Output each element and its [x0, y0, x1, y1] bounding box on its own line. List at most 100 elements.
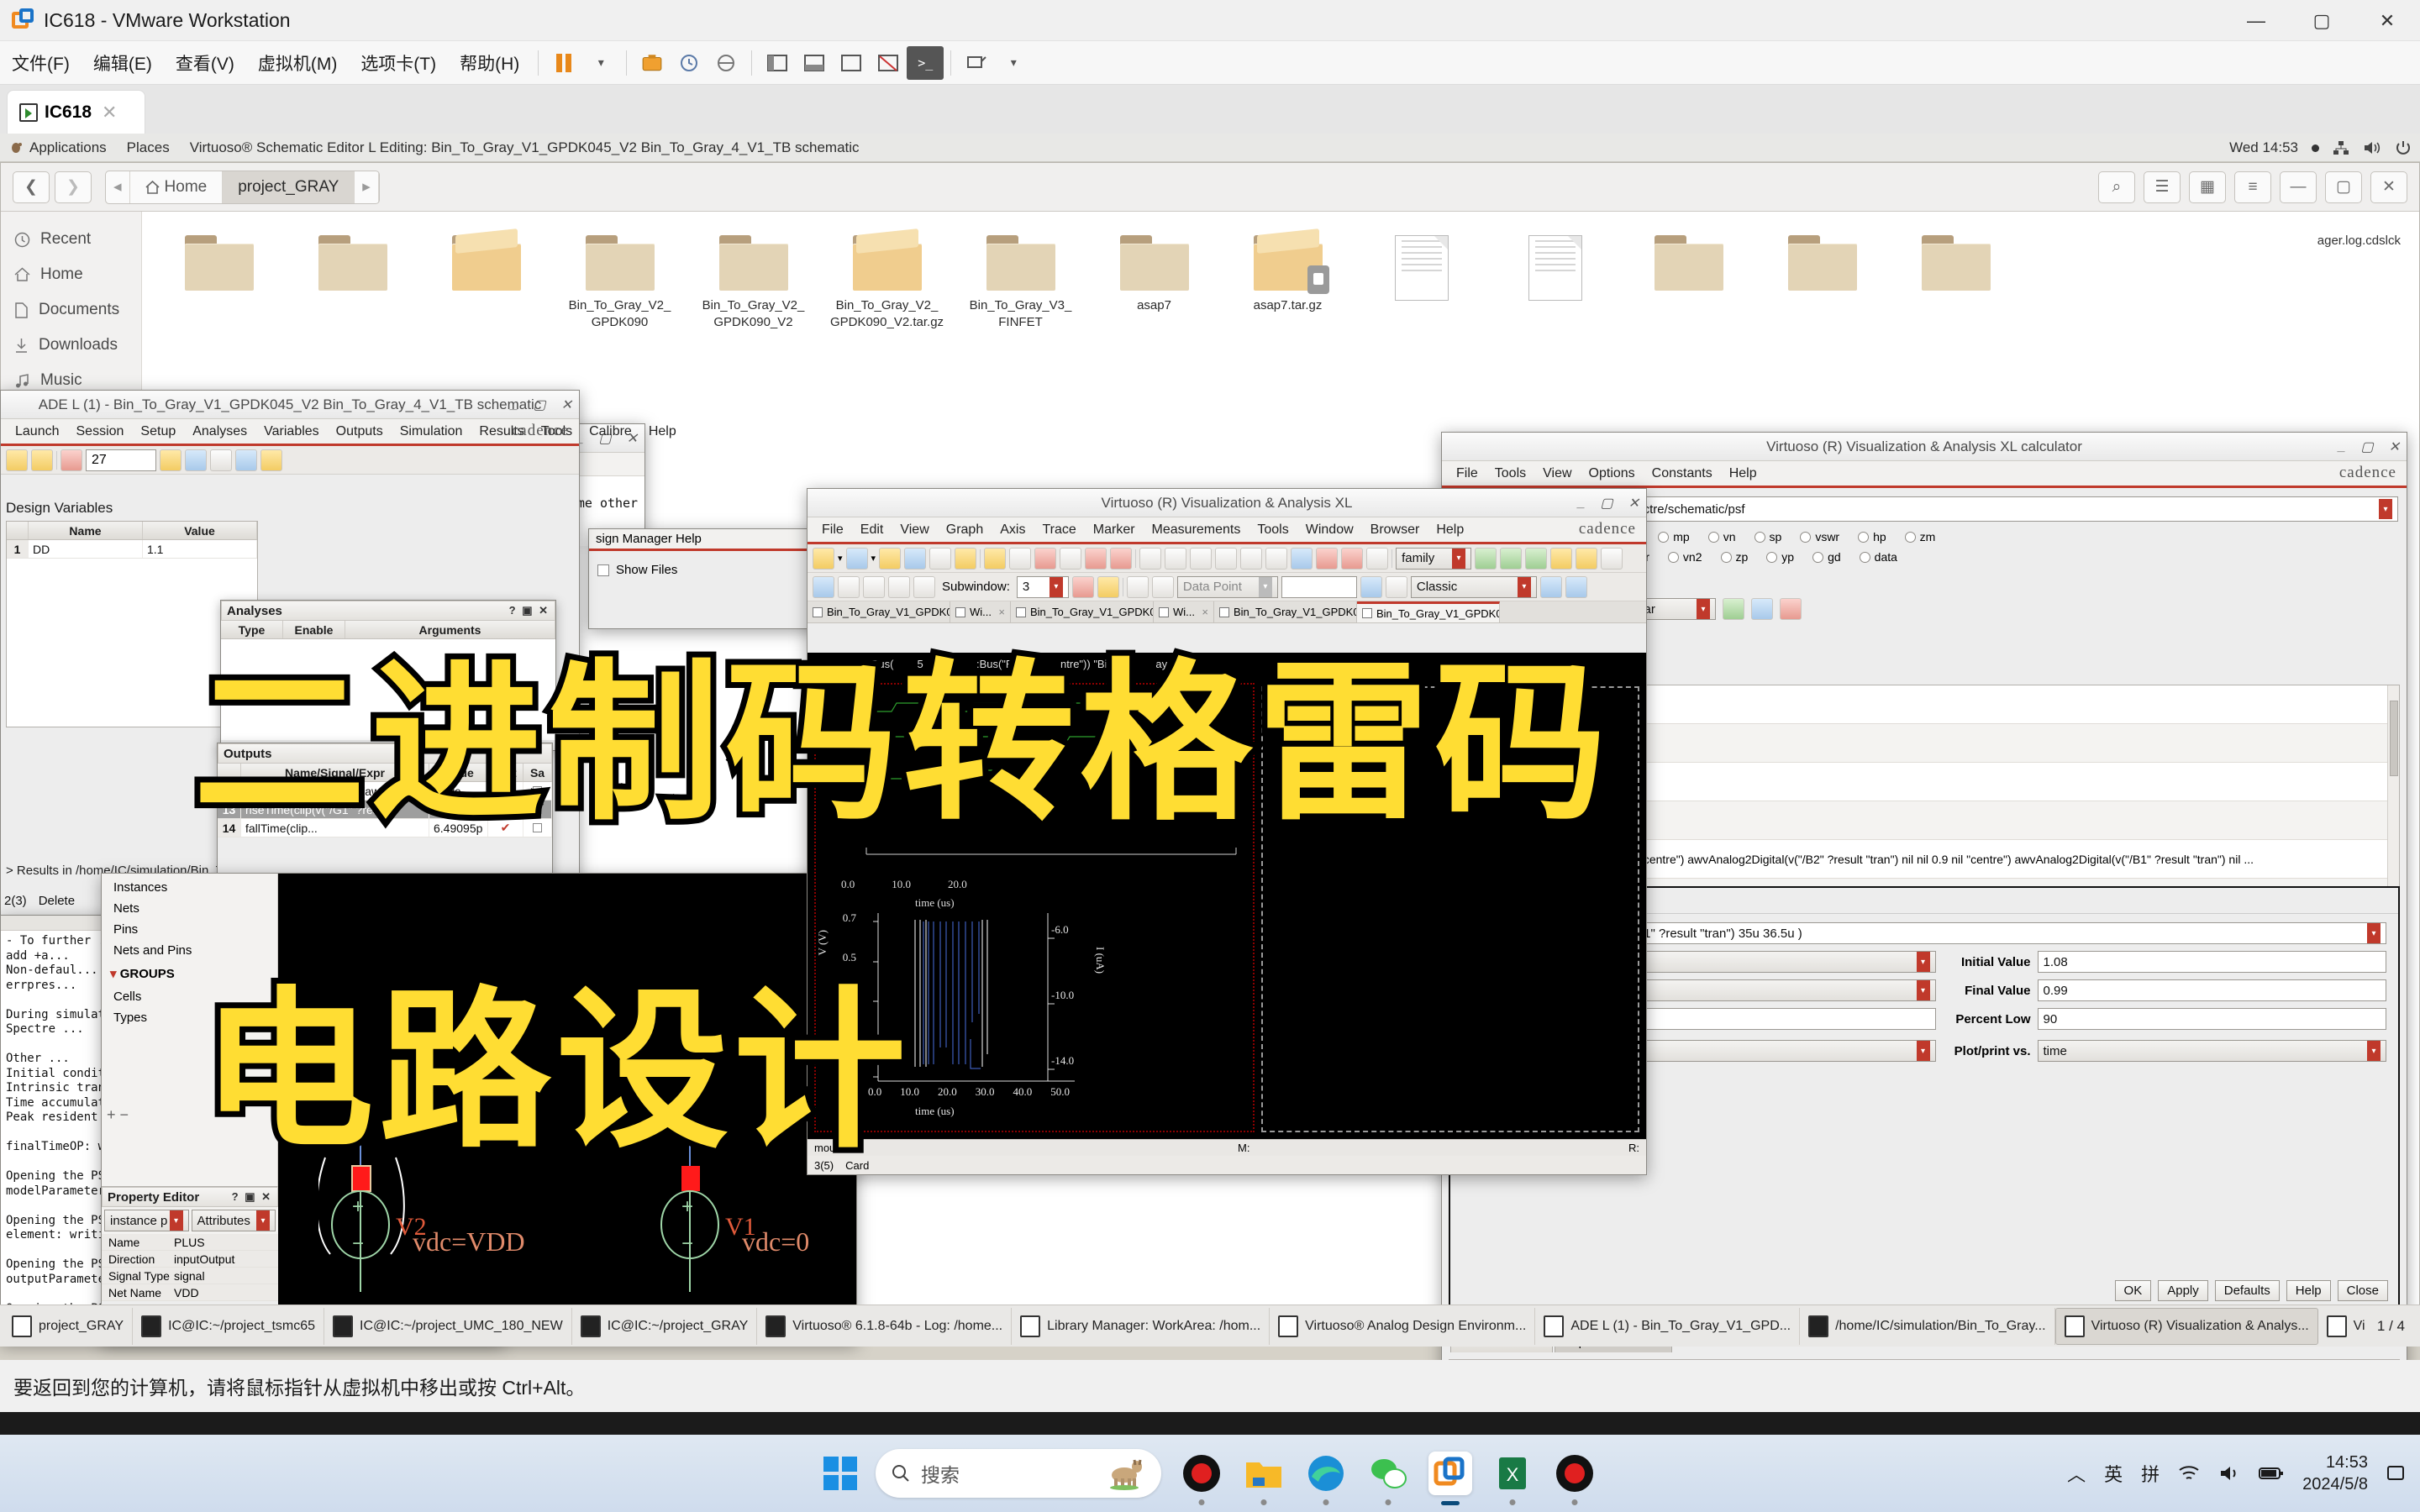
copy-icon[interactable]	[1060, 547, 1082, 570]
ade-menubar[interactable]: Launch Session Setup Analyses Variables …	[1, 419, 676, 446]
file-item[interactable]: asap7.tar.gz	[1221, 228, 1355, 332]
temperature-icon[interactable]	[60, 449, 82, 471]
zoom-area-icon[interactable]	[1366, 547, 1389, 570]
pan-right-icon[interactable]	[1165, 547, 1187, 570]
viva-toolbar-2[interactable]: Subwindow: 3 ▾ Data Point ▾ Classic ▾	[808, 573, 1646, 601]
radio-vn2[interactable]: vn2	[1667, 550, 1702, 564]
breadcrumb-prev-icon[interactable]: ◂	[106, 171, 130, 203]
chevron-up-icon[interactable]: ︿	[2067, 1460, 2086, 1487]
data-point-value[interactable]	[1281, 575, 1357, 598]
breadcrumb-project-gray[interactable]: project_GRAY	[223, 171, 355, 203]
file-item[interactable]	[1355, 228, 1488, 332]
file-grid[interactable]: Bin_To_Gray_V2_ GPDK090 Bin_To_Gray_V2_ GPD…	[152, 228, 2409, 332]
signal-input[interactable]: clip(v("/G1" ?result "tran") 35u 36.5u )…	[1586, 922, 2386, 944]
viva-menubar[interactable]: File Edit View Graph Axis Trace Marker M…	[808, 517, 1646, 544]
split-icon[interactable]	[888, 575, 910, 598]
taskbar-item[interactable]: Library Manager: WorkArea: /hom...	[1012, 1307, 1270, 1345]
taskbar-item[interactable]: IC@IC:~/project_tsmc65	[133, 1307, 325, 1345]
instance-property-combo[interactable]: instance p ▾	[104, 1210, 189, 1231]
taskbar-item[interactable]: /home/IC/simulation/Bin_To_Gray...	[1800, 1307, 2055, 1345]
taskbar-item[interactable]: project_GRAY	[3, 1307, 134, 1345]
search-input[interactable]: 搜索	[876, 1449, 1161, 1498]
grid-view-icon[interactable]: ▦	[2189, 171, 2226, 203]
radio-row[interactable]: opotmpvnspvswrhpzm	[1568, 530, 2396, 543]
ade-toolbar[interactable]: 27	[1, 446, 579, 475]
gnome-clock[interactable]: Wed 14:53	[2229, 139, 2298, 156]
vmware-icon[interactable]	[1428, 1452, 1472, 1505]
window-close-icon[interactable]: ✕	[2370, 171, 2407, 203]
breadcrumb-next-icon[interactable]: ▸	[355, 171, 379, 203]
cut-icon[interactable]	[1034, 547, 1057, 570]
note-icon[interactable]	[1097, 575, 1119, 598]
zoom-y-icon[interactable]	[1341, 547, 1364, 570]
menu-help[interactable]: 帮助(H)	[448, 50, 531, 76]
attributes-combo[interactable]: Attributes ▾	[191, 1210, 276, 1231]
family-combo[interactable]: family ▾	[1396, 547, 1472, 570]
taskbar-item[interactable]: IC@IC:~/project_UMC_180_NEW	[324, 1307, 572, 1345]
final-value-input[interactable]: 0.99	[2037, 979, 2386, 1001]
viva-menu-tools[interactable]: Tools	[1249, 522, 1296, 538]
strip-mode-icon[interactable]	[1475, 547, 1497, 570]
percent-low-input[interactable]: 90	[2037, 1008, 2386, 1030]
gnome-status-area[interactable]: Wed 14:53	[2229, 134, 2412, 162]
radio-sp[interactable]: sp	[1754, 530, 1781, 543]
defaults-button[interactable]: Defaults	[2214, 1280, 2280, 1301]
ade-menu-calibre[interactable]: Calibre	[581, 424, 639, 439]
ade-delete-label[interactable]: Delete	[39, 894, 75, 908]
nav-add-remove[interactable]: + −	[107, 1106, 129, 1124]
show-files-checkbox[interactable]	[597, 564, 609, 576]
temperature-input[interactable]: 27	[86, 449, 156, 471]
excel-icon[interactable]: X	[1491, 1452, 1534, 1505]
workspace-indicator[interactable]: 1 / 4	[2365, 1318, 2417, 1335]
smith-mode-icon[interactable]	[1525, 547, 1548, 570]
viva-menu-axis[interactable]: Axis	[992, 522, 1033, 538]
maximize-button[interactable]: ▢	[2289, 0, 2354, 41]
snapshot-icon[interactable]	[634, 46, 671, 80]
console-icon[interactable]: >_	[907, 45, 944, 80]
next-marker-icon[interactable]	[1151, 575, 1174, 598]
calculator-menubar[interactable]: File Tools View Options Constants Help c…	[1442, 461, 2407, 488]
breadcrumb-home[interactable]: Home	[130, 171, 224, 203]
refresh-icon[interactable]	[1565, 575, 1587, 598]
viva-menu-browser[interactable]: Browser	[1363, 522, 1428, 538]
table-icon[interactable]	[1539, 575, 1562, 598]
clock[interactable]: 14:53 2024/5/8	[2302, 1452, 2368, 1495]
ok-button[interactable]: OK	[2114, 1280, 2152, 1301]
sidebar-item-home[interactable]: Home	[1, 257, 141, 292]
unity-icon[interactable]	[870, 46, 907, 80]
viva-toolbar-1[interactable]: ▾ ▾ family ▾	[808, 544, 1646, 573]
radio-gd[interactable]: gd	[1812, 550, 1841, 564]
settings-icon[interactable]	[958, 46, 995, 80]
file-item[interactable]: Bin_To_Gray_V2_ GPDK090_V2	[687, 228, 820, 332]
viva-menu-graph[interactable]: Graph	[939, 522, 991, 538]
file-item[interactable]	[1889, 228, 2023, 332]
clear-icon[interactable]	[1780, 598, 1802, 620]
viva-menu-view[interactable]: View	[892, 522, 936, 538]
radio-hp[interactable]: hp	[1858, 530, 1886, 543]
radio-vswr[interactable]: vswr	[1800, 530, 1839, 543]
crosshair-icon[interactable]	[1291, 547, 1313, 570]
menu-file[interactable]: 文件(F)	[0, 50, 82, 76]
input-cn-icon[interactable]: 英	[2104, 1460, 2123, 1487]
property-row[interactable]: Net Name VDD	[102, 1284, 278, 1301]
sidebar-item-recent[interactable]: Recent	[1, 222, 141, 257]
calc-menu-view[interactable]: View	[1535, 466, 1579, 481]
prev-marker-icon[interactable]	[1126, 575, 1149, 598]
zoom-fit-icon[interactable]	[1190, 547, 1213, 570]
window-maximize-icon[interactable]: ▢	[2325, 171, 2362, 203]
taskbar-item[interactable]: Virtuoso (R) Visualization & Analys...	[2318, 1308, 2365, 1345]
menu-view[interactable]: 查看(V)	[164, 50, 246, 76]
file-item[interactable]	[1755, 228, 1889, 332]
calc-menu-options[interactable]: Options	[1581, 466, 1643, 481]
menu-vm[interactable]: 虚拟机(M)	[246, 50, 349, 76]
ade-menu-help[interactable]: Help	[641, 424, 684, 439]
viva-menu-trace[interactable]: Trace	[1034, 522, 1083, 538]
recorder-icon[interactable]	[1180, 1452, 1223, 1505]
eval-icon[interactable]	[1751, 598, 1773, 620]
taskbar-item[interactable]: ADE L (1) - Bin_To_Gray_V1_GPD...	[1535, 1307, 1801, 1345]
chevron-down-icon[interactable]: ▾	[2379, 499, 2392, 519]
vmware-menubar[interactable]: 文件(F) 编辑(E) 查看(V) 虚拟机(M) 选项卡(T) 帮助(H) ▾ …	[0, 41, 2420, 85]
manage-snapshots-icon[interactable]	[708, 46, 744, 80]
paste-icon[interactable]	[1085, 547, 1107, 570]
wechat-icon[interactable]	[1366, 1452, 1410, 1505]
